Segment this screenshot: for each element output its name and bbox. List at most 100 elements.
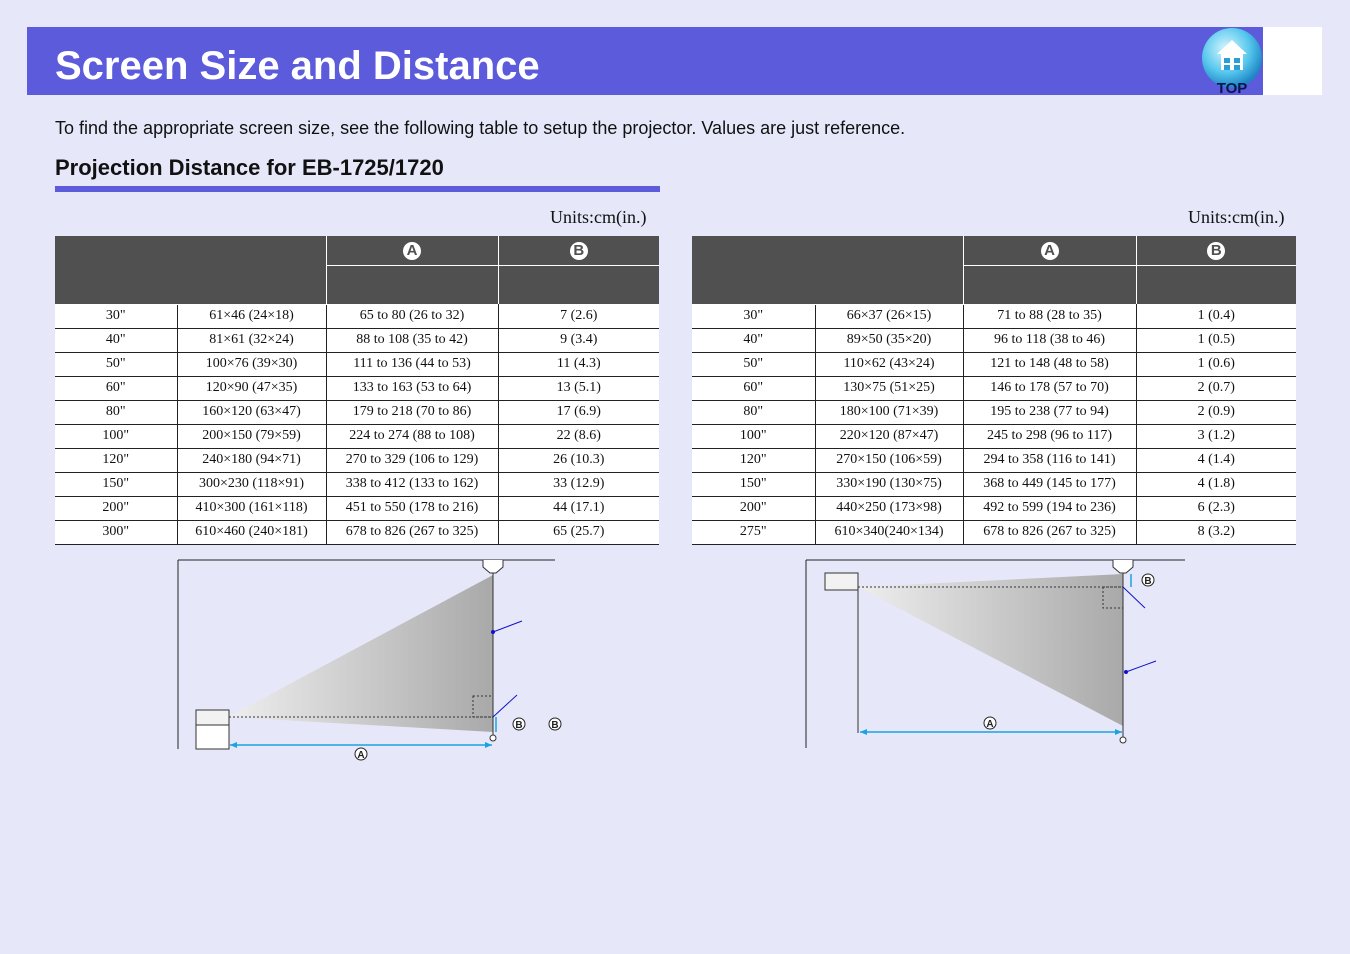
callout-line-screen — [492, 620, 523, 633]
distance-a-cell: 133 to 163 (53 to 64) — [325, 376, 498, 401]
top-button[interactable]: TOP — [1200, 28, 1264, 97]
offset-b-cell: 26 (10.3) — [497, 448, 659, 473]
screen-size-cell: 120" — [55, 448, 177, 473]
column-a-subheader — [962, 265, 1136, 304]
screen-size-cell: 150" — [692, 472, 815, 497]
projection-beam — [228, 575, 493, 732]
table-row: 60" 130×75 (51×25) 146 to 178 (57 to 70) 2 … — [692, 376, 1296, 401]
distance-a-cell: 451 to 550 (178 to 216) — [325, 496, 498, 521]
table-row: 40" 81×61 (32×24) 88 to 108 (35 to 42) 9 (3… — [55, 328, 659, 353]
distance-a-cell: 179 to 218 (70 to 86) — [325, 400, 498, 425]
marker-b-label: B — [1144, 576, 1151, 587]
screen-size-cell: 80" — [692, 400, 815, 425]
offset-b-cell: 65 (25.7) — [497, 520, 659, 545]
offset-b-cell: 3 (1.2) — [1135, 424, 1296, 449]
distance-a-cell: 492 to 599 (194 to 236) — [962, 496, 1136, 521]
screen-dimensions-cell: 81×61 (32×24) — [176, 328, 326, 353]
screen-bottom-point — [1119, 736, 1127, 744]
section-rule — [55, 186, 660, 192]
marker-b-label: B — [515, 720, 522, 731]
marker-b: B — [569, 241, 588, 260]
distance-a-cell: 224 to 274 (88 to 108) — [325, 424, 498, 449]
table-row: 80" 180×100 (71×39) 195 to 238 (77 to 94) 2… — [692, 400, 1296, 425]
callout-line-screen — [1125, 660, 1157, 673]
offset-b-cell: 17 (6.9) — [497, 400, 659, 425]
table-row: 150" 330×190 (130×75) 368 to 449 (145 to 1… — [692, 472, 1296, 497]
screen-size-cell: 200" — [692, 496, 815, 521]
screen-dimensions-cell: 240×180 (94×71) — [176, 448, 326, 473]
table-row: 30" 66×37 (26×15) 71 to 88 (28 to 35) 1 (0.… — [692, 304, 1296, 329]
distance-table-right: A B 30" 66×37 (26×15) 71 to 88 (28 to 35) 1… — [692, 236, 1296, 545]
offset-b-cell: 7 (2.6) — [497, 304, 659, 329]
offset-b-cell: 4 (1.4) — [1135, 448, 1296, 473]
screen-dimensions-cell: 200×150 (79×59) — [176, 424, 326, 449]
screen-size-cell: 60" — [55, 376, 177, 401]
screen-size-cell: 200" — [55, 496, 177, 521]
marker-b-callout-label: B — [551, 720, 558, 731]
offset-b-cell: 9 (3.4) — [497, 328, 659, 353]
screen-dimensions-cell: 61×46 (24×18) — [176, 304, 326, 329]
screen-dimensions-cell: 330×190 (130×75) — [814, 472, 963, 497]
table-row: 80" 160×120 (63×47) 179 to 218 (70 to 86) 1… — [55, 400, 659, 425]
projector-stand — [195, 724, 230, 750]
column-a-header: A — [962, 236, 1136, 266]
offset-b-cell: 33 (12.9) — [497, 472, 659, 497]
screen-size-cell: 300" — [55, 520, 177, 545]
distance-a-cell: 88 to 108 (35 to 42) — [325, 328, 498, 353]
table-row: 40" 89×50 (35×20) 96 to 118 (38 to 46) 1 (0… — [692, 328, 1296, 353]
distance-a-cell: 270 to 329 (106 to 129) — [325, 448, 498, 473]
table-row: 120" 240×180 (94×71) 270 to 329 (106 to 12… — [55, 448, 659, 473]
distance-a-cell: 111 to 136 (44 to 53) — [325, 352, 498, 377]
distance-a-cell: 368 to 449 (145 to 177) — [962, 472, 1136, 497]
screen-dimensions-cell: 130×75 (51×25) — [814, 376, 963, 401]
distance-a-cell: 294 to 358 (116 to 141) — [962, 448, 1136, 473]
offset-b-cell: 4 (1.8) — [1135, 472, 1296, 497]
offset-b-cell: 22 (8.6) — [497, 424, 659, 449]
screen-size-cell: 80" — [55, 400, 177, 425]
column-b-subheader — [1135, 265, 1296, 304]
projection-beam — [858, 574, 1123, 726]
distance-a-cell: 146 to 178 (57 to 70) — [962, 376, 1136, 401]
distance-a-cell: 678 to 826 (267 to 325) — [325, 520, 498, 545]
screen-dimensions-cell: 610×340(240×134) — [814, 520, 963, 545]
table-header-blank — [55, 236, 326, 305]
distance-a-cell: 96 to 118 (38 to 46) — [962, 328, 1136, 353]
offset-b-cell: 2 (0.9) — [1135, 400, 1296, 425]
offset-b-cell: 11 (4.3) — [497, 352, 659, 377]
column-b-header: B — [497, 236, 659, 266]
screen-dimensions-cell: 66×37 (26×15) — [814, 304, 963, 329]
table-row: 60" 120×90 (47×35) 133 to 163 (53 to 64) 13… — [55, 376, 659, 401]
table-row: 275" 610×340(240×134) 678 to 826 (267 to 3… — [692, 520, 1296, 545]
offset-b-cell: 2 (0.7) — [1135, 376, 1296, 401]
intro-text: To find the appropriate screen size, see… — [55, 118, 906, 138]
callout-line-lens — [1122, 586, 1146, 609]
floor-projection-diagram: B B A — [177, 559, 562, 761]
screen-size-cell: 275" — [692, 520, 815, 545]
callout-dot — [491, 630, 495, 634]
table-row: 300" 610×460 (240×181) 678 to 826 (267 to … — [55, 520, 659, 545]
units-label-left: Units:cm(in.) — [550, 207, 647, 227]
screen-dimensions-cell: 440×250 (173×98) — [814, 496, 963, 521]
top-button-label: TOP — [1217, 80, 1248, 96]
screen-dimensions-cell: 120×90 (47×35) — [176, 376, 326, 401]
column-b-subheader — [497, 265, 659, 304]
callout-dot — [1124, 670, 1128, 674]
table-body: 30" 61×46 (24×18) 65 to 80 (26 to 32) 7 (2.… — [55, 304, 659, 545]
screen-mount-icon — [482, 560, 504, 574]
offset-b-cell: 8 (3.2) — [1135, 520, 1296, 545]
screen-dimensions-cell: 300×230 (118×91) — [176, 472, 326, 497]
header-corner — [1263, 27, 1322, 95]
marker-a: A — [1040, 241, 1059, 260]
screen-dimensions-cell: 270×150 (106×59) — [814, 448, 963, 473]
marker-b: B — [1207, 241, 1226, 260]
screen-size-cell: 100" — [692, 424, 815, 449]
home-icon: TOP — [1202, 28, 1262, 97]
distance-a-cell: 121 to 148 (48 to 58) — [962, 352, 1136, 377]
page-title: Screen Size and Distance — [55, 44, 540, 88]
screen-dimensions-cell: 89×50 (35×20) — [814, 328, 963, 353]
screen-size-cell: 30" — [55, 304, 177, 329]
screen-dimensions-cell: 410×300 (161×118) — [176, 496, 326, 521]
screen-dimensions-cell: 110×62 (43×24) — [814, 352, 963, 377]
screen-size-cell: 150" — [55, 472, 177, 497]
projector-icon — [824, 572, 859, 591]
